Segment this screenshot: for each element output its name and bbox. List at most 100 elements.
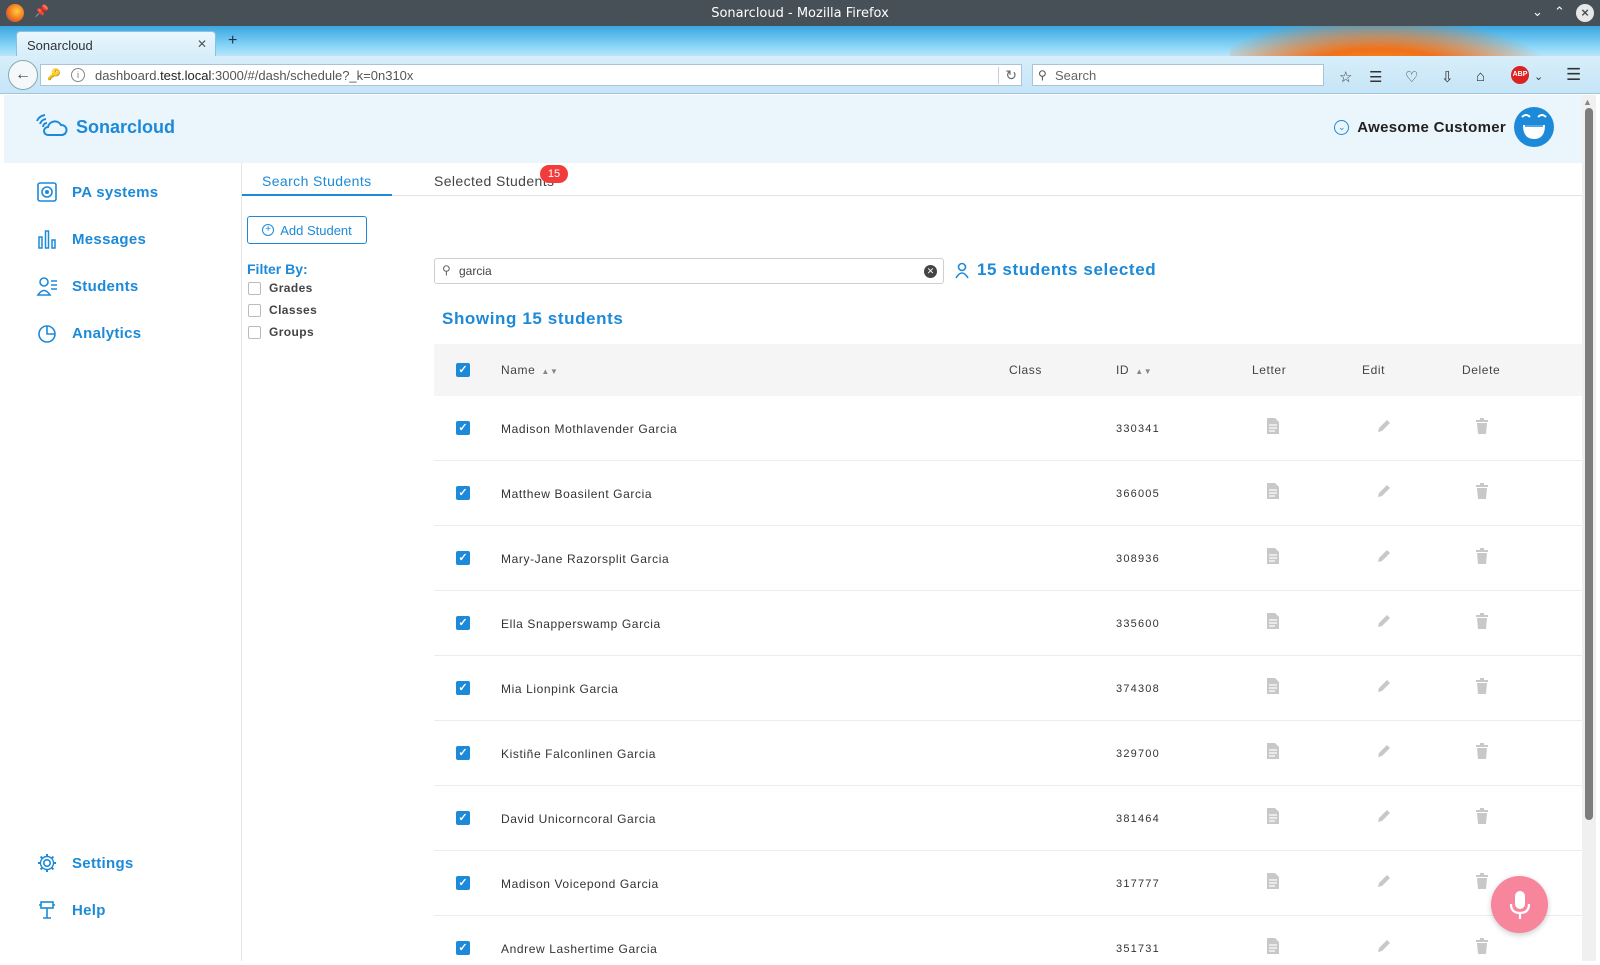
- user-menu[interactable]: ⌄ Awesome Customer: [1334, 107, 1554, 147]
- row-checkbox[interactable]: ✓: [456, 421, 470, 435]
- delete-trash-icon[interactable]: [1475, 418, 1489, 434]
- clear-search-icon[interactable]: ✕: [924, 265, 937, 278]
- edit-pencil-icon[interactable]: [1376, 548, 1390, 564]
- adblock-icon[interactable]: ABP: [1511, 66, 1529, 84]
- person-icon: [955, 262, 969, 278]
- voice-record-button[interactable]: [1491, 876, 1548, 933]
- reload-icon[interactable]: ↻: [998, 67, 1017, 84]
- row-checkbox[interactable]: ✓: [456, 811, 470, 825]
- window-close-button[interactable]: ×: [1576, 4, 1594, 22]
- bookmark-star-icon[interactable]: ☆: [1339, 68, 1352, 86]
- delete-trash-icon[interactable]: [1475, 808, 1489, 824]
- checkbox[interactable]: [248, 325, 261, 339]
- edit-pencil-icon[interactable]: [1376, 418, 1390, 434]
- table-row: ✓ Mary-Jane Razorsplit Garcia 308936: [434, 526, 1582, 591]
- sidebar-item-messages[interactable]: Messages: [36, 227, 146, 251]
- column-name[interactable]: Name ▲▼: [501, 363, 558, 377]
- student-name: Madison Mothlavender Garcia: [501, 422, 678, 436]
- column-letter: Letter: [1252, 363, 1287, 377]
- column-id[interactable]: ID ▲▼: [1116, 363, 1152, 377]
- delete-trash-icon[interactable]: [1475, 678, 1489, 694]
- selected-count-text: 15 students selected: [977, 260, 1157, 279]
- sidebar-item-settings[interactable]: Settings: [36, 851, 134, 875]
- row-checkbox[interactable]: ✓: [456, 551, 470, 565]
- maximize-button[interactable]: ⌃: [1554, 4, 1565, 20]
- browser-search-input[interactable]: ⚲ Search: [1032, 64, 1324, 86]
- row-checkbox[interactable]: ✓: [456, 616, 470, 630]
- tab-selected-students[interactable]: Selected Students: [434, 173, 554, 189]
- filter-label: Grades: [269, 281, 313, 295]
- new-tab-button[interactable]: +: [228, 32, 237, 50]
- delete-trash-icon[interactable]: [1475, 938, 1489, 954]
- avatar[interactable]: [1514, 107, 1554, 147]
- delete-trash-icon[interactable]: [1475, 483, 1489, 499]
- table-row: ✓ Kistiñe Falconlinen Garcia 329700: [434, 721, 1582, 786]
- scrollbar-thumb[interactable]: [1585, 108, 1593, 820]
- pa-systems-icon: [37, 182, 57, 202]
- table-row: ✓ Matthew Boasilent Garcia 366005: [434, 461, 1582, 526]
- letter-document-icon[interactable]: [1266, 483, 1280, 499]
- download-icon[interactable]: ⇩: [1441, 68, 1454, 86]
- sidebar-item-students[interactable]: Students: [36, 274, 139, 298]
- row-checkbox[interactable]: ✓: [456, 746, 470, 760]
- chevron-down-icon[interactable]: ⌄: [1334, 119, 1350, 135]
- letter-document-icon[interactable]: [1266, 613, 1280, 629]
- row-checkbox[interactable]: ✓: [456, 681, 470, 695]
- selected-students-link[interactable]: 15 students selected: [955, 260, 1156, 280]
- bookmarks-list-icon[interactable]: ☰: [1369, 68, 1382, 86]
- letter-document-icon[interactable]: [1266, 873, 1280, 889]
- brand-logo[interactable]: Sonarcloud: [34, 113, 175, 141]
- scroll-up-arrow-icon[interactable]: ▲: [1583, 97, 1592, 107]
- active-tab-indicator: [242, 194, 392, 196]
- tab-close-icon[interactable]: ✕: [197, 37, 207, 51]
- delete-trash-icon[interactable]: [1475, 873, 1489, 889]
- student-search-input[interactable]: ⚲ garcia ✕: [434, 258, 944, 284]
- url-bar[interactable]: 🔑 i dashboard.test.local:3000/#/dash/sch…: [40, 64, 1022, 86]
- tab-search-students[interactable]: Search Students: [262, 173, 372, 189]
- delete-trash-icon[interactable]: [1475, 743, 1489, 759]
- column-name-label: Name: [501, 363, 536, 377]
- letter-document-icon[interactable]: [1266, 678, 1280, 694]
- sidebar-item-analytics[interactable]: Analytics: [36, 321, 141, 345]
- row-checkbox[interactable]: ✓: [456, 486, 470, 500]
- back-button[interactable]: ←: [8, 60, 38, 90]
- row-checkbox[interactable]: ✓: [456, 876, 470, 890]
- edit-pencil-icon[interactable]: [1376, 743, 1390, 759]
- student-id: 374308: [1116, 683, 1160, 695]
- filter-grades[interactable]: Grades: [248, 281, 313, 295]
- letter-document-icon[interactable]: [1266, 938, 1280, 954]
- filter-classes[interactable]: Classes: [248, 303, 317, 317]
- sidebar-item-help[interactable]: Help: [36, 898, 106, 922]
- chevron-down-icon[interactable]: ⌄: [1534, 70, 1543, 83]
- edit-pencil-icon[interactable]: [1376, 613, 1390, 629]
- pocket-icon[interactable]: ♡: [1405, 68, 1418, 86]
- filter-groups[interactable]: Groups: [248, 325, 314, 339]
- info-icon[interactable]: i: [71, 68, 85, 82]
- minimize-button[interactable]: ⌄: [1532, 4, 1543, 20]
- add-student-button[interactable]: + Add Student: [247, 216, 367, 244]
- checkbox[interactable]: [248, 281, 261, 295]
- checkbox[interactable]: [248, 303, 261, 317]
- delete-trash-icon[interactable]: [1475, 548, 1489, 564]
- letter-document-icon[interactable]: [1266, 548, 1280, 564]
- row-checkbox[interactable]: ✓: [456, 941, 470, 955]
- table-header: ✓ Name ▲▼ Class ID ▲▼ Letter Edit Delete: [434, 344, 1582, 396]
- student-id: 329700: [1116, 748, 1160, 760]
- hamburger-menu-icon[interactable]: ☰: [1566, 65, 1581, 85]
- home-icon[interactable]: ⌂: [1476, 68, 1485, 85]
- edit-pencil-icon[interactable]: [1376, 678, 1390, 694]
- student-id: 381464: [1116, 813, 1160, 825]
- sort-icon[interactable]: ▲▼: [1135, 367, 1152, 376]
- browser-tab[interactable]: Sonarcloud ✕: [16, 31, 216, 56]
- edit-pencil-icon[interactable]: [1376, 938, 1390, 954]
- edit-pencil-icon[interactable]: [1376, 873, 1390, 889]
- letter-document-icon[interactable]: [1266, 418, 1280, 434]
- delete-trash-icon[interactable]: [1475, 613, 1489, 629]
- sort-icon[interactable]: ▲▼: [541, 367, 558, 376]
- edit-pencil-icon[interactable]: [1376, 808, 1390, 824]
- sidebar-item-pa-systems[interactable]: PA systems: [36, 180, 158, 204]
- letter-document-icon[interactable]: [1266, 808, 1280, 824]
- edit-pencil-icon[interactable]: [1376, 483, 1390, 499]
- letter-document-icon[interactable]: [1266, 743, 1280, 759]
- select-all-checkbox[interactable]: ✓: [456, 363, 470, 377]
